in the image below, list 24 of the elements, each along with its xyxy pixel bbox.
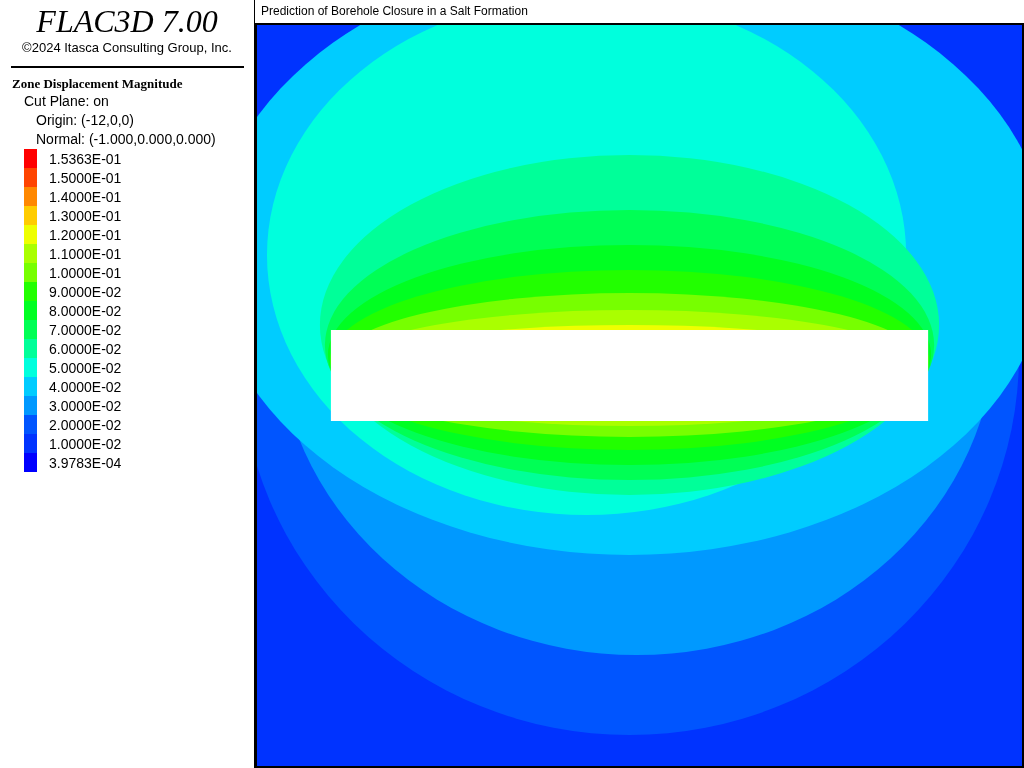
legend-info-text: Normal: (-1.000,0.000,0.000) bbox=[36, 130, 217, 149]
legend-value: 4.0000E-02 bbox=[49, 378, 122, 395]
legend-value: 1.0000E-02 bbox=[49, 435, 122, 452]
legend-value: 6.0000E-02 bbox=[49, 340, 122, 357]
legend-value: 5.0000E-02 bbox=[49, 359, 122, 376]
legend-value: 7.0000E-02 bbox=[49, 321, 122, 338]
legend-value: 3.0000E-02 bbox=[49, 397, 122, 414]
legend-value: 3.9783E-04 bbox=[49, 454, 122, 471]
product-title: FLAC3D 7.00 bbox=[35, 3, 219, 39]
legend-info-text: Origin: (-12,0,0) bbox=[36, 111, 136, 130]
legend-value: 1.5363E-01 bbox=[49, 150, 122, 167]
legend-value: 2.0000E-02 bbox=[49, 416, 122, 433]
legend-value: 1.2000E-01 bbox=[49, 226, 122, 243]
legend-title: Zone Displacement Magnitude bbox=[12, 76, 184, 92]
legend-value: 1.3000E-01 bbox=[49, 207, 122, 224]
legend-value: 9.0000E-02 bbox=[49, 283, 122, 300]
copyright-text: ©2024 Itasca Consulting Group, Inc. bbox=[21, 40, 233, 55]
plot-title: Prediction of Borehole Closure in a Salt Formation bbox=[255, 0, 1024, 24]
legend-value: 1.5000E-01 bbox=[49, 169, 122, 186]
legend-value: 1.0000E-01 bbox=[49, 264, 122, 281]
legend-info-text: Cut Plane: on bbox=[24, 92, 110, 111]
legend-value: 1.4000E-01 bbox=[49, 188, 122, 205]
legend-value: 8.0000E-02 bbox=[49, 302, 122, 319]
legend-value: 1.1000E-01 bbox=[49, 245, 122, 262]
